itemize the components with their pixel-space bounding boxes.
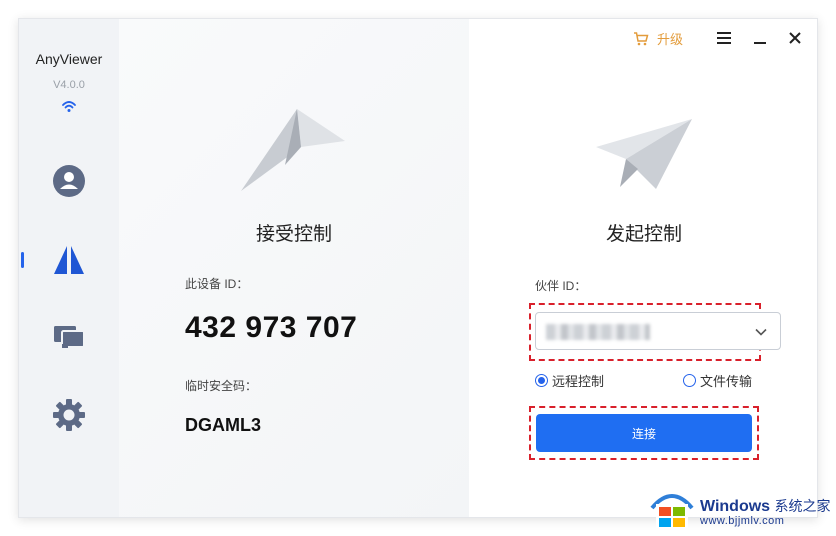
- app-name: AnyViewer: [35, 51, 103, 67]
- windows-logo-icon: [650, 494, 694, 528]
- device-id-label: 此设备 ID：: [185, 277, 249, 291]
- radio-remote-control[interactable]: [535, 374, 548, 387]
- active-indicator: [21, 252, 24, 268]
- connect-button[interactable]: 连接: [536, 414, 752, 452]
- sidebar-item-account[interactable]: [49, 161, 89, 201]
- radio-file-transfer[interactable]: [683, 374, 696, 387]
- menu-button[interactable]: [713, 27, 735, 49]
- partner-id-label: 伙伴 ID：: [535, 279, 587, 293]
- paper-plane-illustration: [241, 109, 345, 191]
- menu-icon: [717, 32, 731, 44]
- partner-id-value: [546, 324, 650, 340]
- mode-file-label: 文件传输: [700, 374, 753, 389]
- receive-title: 接受控制: [255, 224, 332, 245]
- watermark: Windows 系统之家 www.bjjmlv.com: [640, 482, 836, 536]
- devices-icon: [54, 326, 85, 348]
- temp-password-value: DGAML3: [185, 415, 261, 435]
- anyviewer-logo-icon: [54, 246, 84, 274]
- chevron-down-icon[interactable]: [754, 325, 768, 339]
- upgrade-label: 升级: [657, 32, 684, 47]
- initiate-control-panel: 发起控制 伙伴 ID： 远程控制 文件传输 连接: [469, 19, 817, 517]
- password-label: 临时安全码：: [185, 379, 258, 393]
- watermark-url: www.bjjmlv.com: [700, 515, 785, 527]
- watermark-brand-cn: 系统之家: [774, 498, 831, 514]
- wifi-icon: [62, 101, 76, 112]
- paper-plane-illustration: [596, 119, 692, 189]
- upgrade-button[interactable]: 升级: [633, 29, 683, 48]
- mode-file-transfer[interactable]: 文件传输: [683, 371, 752, 390]
- mode-remote-control[interactable]: 远程控制: [535, 371, 604, 390]
- anyviewer-window: AnyViewer V4.0.0 接受控制 此设备 ID： 432 973 70…: [18, 18, 818, 518]
- minimize-button[interactable]: [749, 27, 771, 49]
- sidebar: AnyViewer V4.0.0: [19, 19, 119, 517]
- mode-remote-label: 远程控制: [552, 374, 605, 389]
- receive-control-panel: 接受控制 此设备 ID： 432 973 707 临时安全码： DGAML3: [119, 19, 469, 517]
- sidebar-item-settings[interactable]: [49, 395, 89, 435]
- device-id-value: 432 973 707: [185, 311, 358, 344]
- cart-icon: [634, 31, 649, 45]
- initiate-title: 发起控制: [605, 224, 682, 245]
- app-version: V4.0.0: [53, 79, 85, 91]
- close-icon: [789, 32, 801, 44]
- close-button[interactable]: [784, 27, 806, 49]
- watermark-brand-en: Windows: [700, 498, 771, 515]
- user-icon: [53, 165, 85, 197]
- gear-icon: [53, 399, 85, 431]
- sidebar-item-devices[interactable]: [49, 317, 89, 357]
- partner-id-input[interactable]: [535, 312, 781, 350]
- watermark-brand: Windows 系统之家: [700, 496, 831, 516]
- minimize-icon: [754, 42, 766, 44]
- sidebar-item-remote[interactable]: [49, 240, 89, 280]
